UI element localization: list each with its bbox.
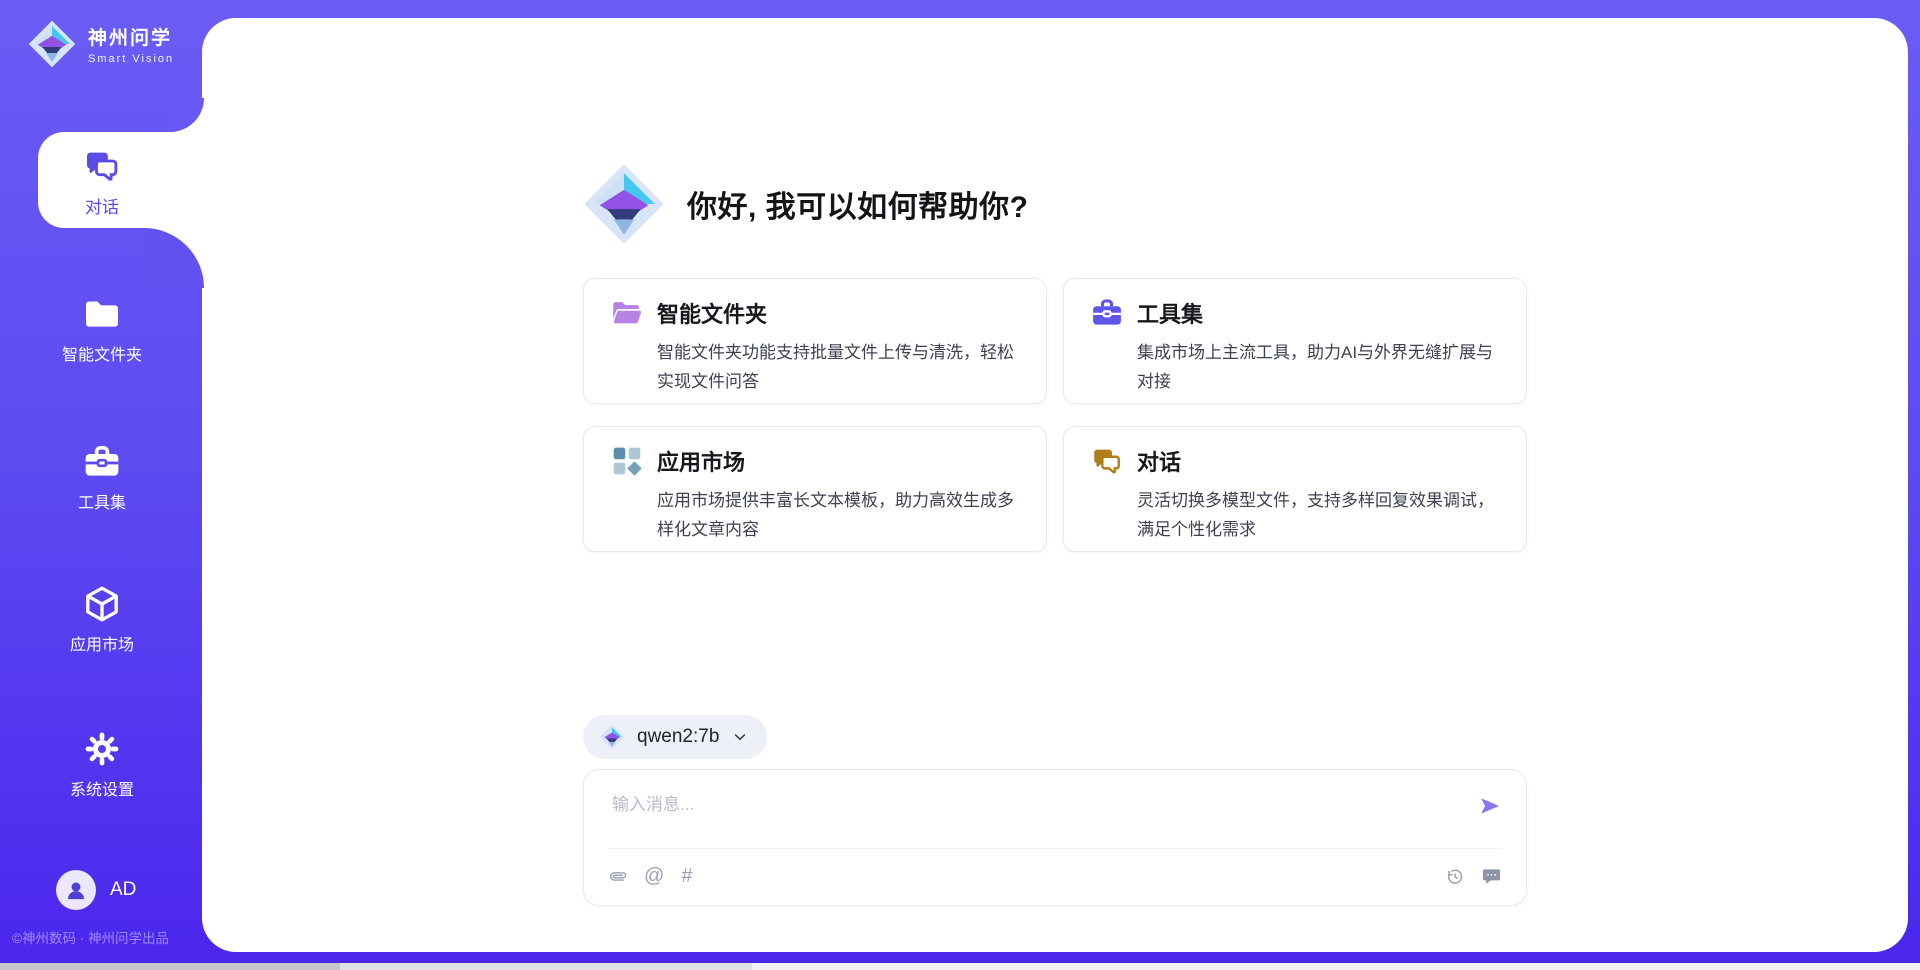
brand-subtitle: Smart Vision <box>88 53 174 65</box>
at-icon: @ <box>644 866 664 886</box>
sidebar-item-label: 系统设置 <box>70 776 134 800</box>
active-tab-curve-top <box>170 98 204 132</box>
card-chat[interactable]: 对话 灵活切换多模型文件，支持多样回复效果调试，满足个性化需求 <box>1063 426 1527 552</box>
sidebar-item-label: 工具集 <box>78 489 126 513</box>
scrollbar-segment <box>340 963 752 970</box>
sidebar-item-settings[interactable]: 系统设置 <box>0 729 204 800</box>
brand-name: 神州问学 <box>88 23 174 50</box>
person-icon <box>63 877 89 903</box>
brand: 神州问学 Smart Vision <box>28 20 174 68</box>
message-composer: @ # <box>583 769 1527 906</box>
card-description: 智能文件夹功能支持批量文件上传与清洗，轻松实现文件问答 <box>657 338 1022 396</box>
chevron-down-icon <box>731 728 749 746</box>
hash-icon: # <box>681 866 692 886</box>
chat-bubbles-icon <box>1090 444 1124 478</box>
greeting-logo-icon <box>583 163 665 245</box>
copyright-text: ©神州数码 · 神州问学出品 <box>12 927 169 947</box>
sidebar-item-app-market[interactable]: 应用市场 <box>0 584 204 655</box>
brand-logo-icon <box>28 20 76 68</box>
toolbox-icon <box>1090 296 1124 330</box>
user-menu[interactable]: AD <box>56 870 136 910</box>
horizontal-scrollbar[interactable] <box>0 963 1920 970</box>
send-button[interactable] <box>1478 794 1502 818</box>
app-window: 你好, 我可以如何帮助你? 智能文件夹 智能文件夹功能支持批量文件上传与清洗，轻… <box>0 0 1920 970</box>
card-description: 应用市场提供丰富长文本模板，助力高效生成多样化文章内容 <box>657 486 1022 544</box>
chat-icon <box>82 146 122 186</box>
toolbox-icon <box>82 442 122 482</box>
composer-divider <box>608 848 1502 849</box>
user-name: AD <box>110 879 136 901</box>
greeting: 你好, 我可以如何帮助你? <box>583 163 1527 245</box>
card-description: 灵活切换多模型文件，支持多样回复效果调试，满足个性化需求 <box>1137 486 1502 544</box>
model-name: qwen2:7b <box>637 726 719 748</box>
card-toolset[interactable]: 工具集 集成市场上主流工具，助力AI与外界无缝扩展与对接 <box>1063 278 1527 404</box>
sidebar-item-toolset[interactable]: 工具集 <box>0 442 204 513</box>
message-input[interactable] <box>610 788 1474 842</box>
card-title: 智能文件夹 <box>657 297 767 329</box>
user-avatar <box>56 870 96 910</box>
chat-filled-icon <box>1481 866 1502 887</box>
folder-icon <box>82 294 122 334</box>
attach-button[interactable] <box>608 867 627 886</box>
history-button[interactable] <box>1445 867 1465 887</box>
cube-icon <box>82 584 122 624</box>
sidebar-item-chat[interactable]: 对话 <box>0 146 204 218</box>
greeting-title: 你好, 我可以如何帮助你? <box>687 182 1029 226</box>
sidebar-item-label: 应用市场 <box>70 631 134 655</box>
scrollbar-thumb[interactable] <box>0 963 340 970</box>
paperclip-icon <box>608 867 627 886</box>
mention-button[interactable]: @ <box>644 866 664 886</box>
model-logo-icon <box>599 724 625 750</box>
topic-button[interactable]: # <box>681 866 692 886</box>
send-icon <box>1478 794 1502 818</box>
folder-open-icon <box>610 296 644 330</box>
card-title: 应用市场 <box>657 445 745 477</box>
feedback-button[interactable] <box>1481 866 1502 887</box>
gear-icon <box>82 729 122 769</box>
module-grid-icon <box>610 444 644 478</box>
model-selector-button[interactable]: qwen2:7b <box>583 715 767 759</box>
main-area: 你好, 我可以如何帮助你? 智能文件夹 智能文件夹功能支持批量文件上传与清洗，轻… <box>202 18 1908 952</box>
sidebar-item-smart-folder[interactable]: 智能文件夹 <box>0 294 204 365</box>
card-app-market[interactable]: 应用市场 应用市场提供丰富长文本模板，助力高效生成多样化文章内容 <box>583 426 1047 552</box>
card-description: 集成市场上主流工具，助力AI与外界无缝扩展与对接 <box>1137 338 1502 396</box>
sidebar-item-label: 对话 <box>85 193 119 218</box>
sidebar-item-label: 智能文件夹 <box>62 341 142 365</box>
history-icon <box>1445 867 1465 887</box>
card-smart-folder[interactable]: 智能文件夹 智能文件夹功能支持批量文件上传与清洗，轻松实现文件问答 <box>583 278 1047 404</box>
feature-cards: 智能文件夹 智能文件夹功能支持批量文件上传与清洗，轻松实现文件问答 工具集 <box>583 278 1527 552</box>
active-tab-curve-bottom <box>144 228 204 288</box>
card-title: 工具集 <box>1137 297 1203 329</box>
card-title: 对话 <box>1137 445 1181 477</box>
